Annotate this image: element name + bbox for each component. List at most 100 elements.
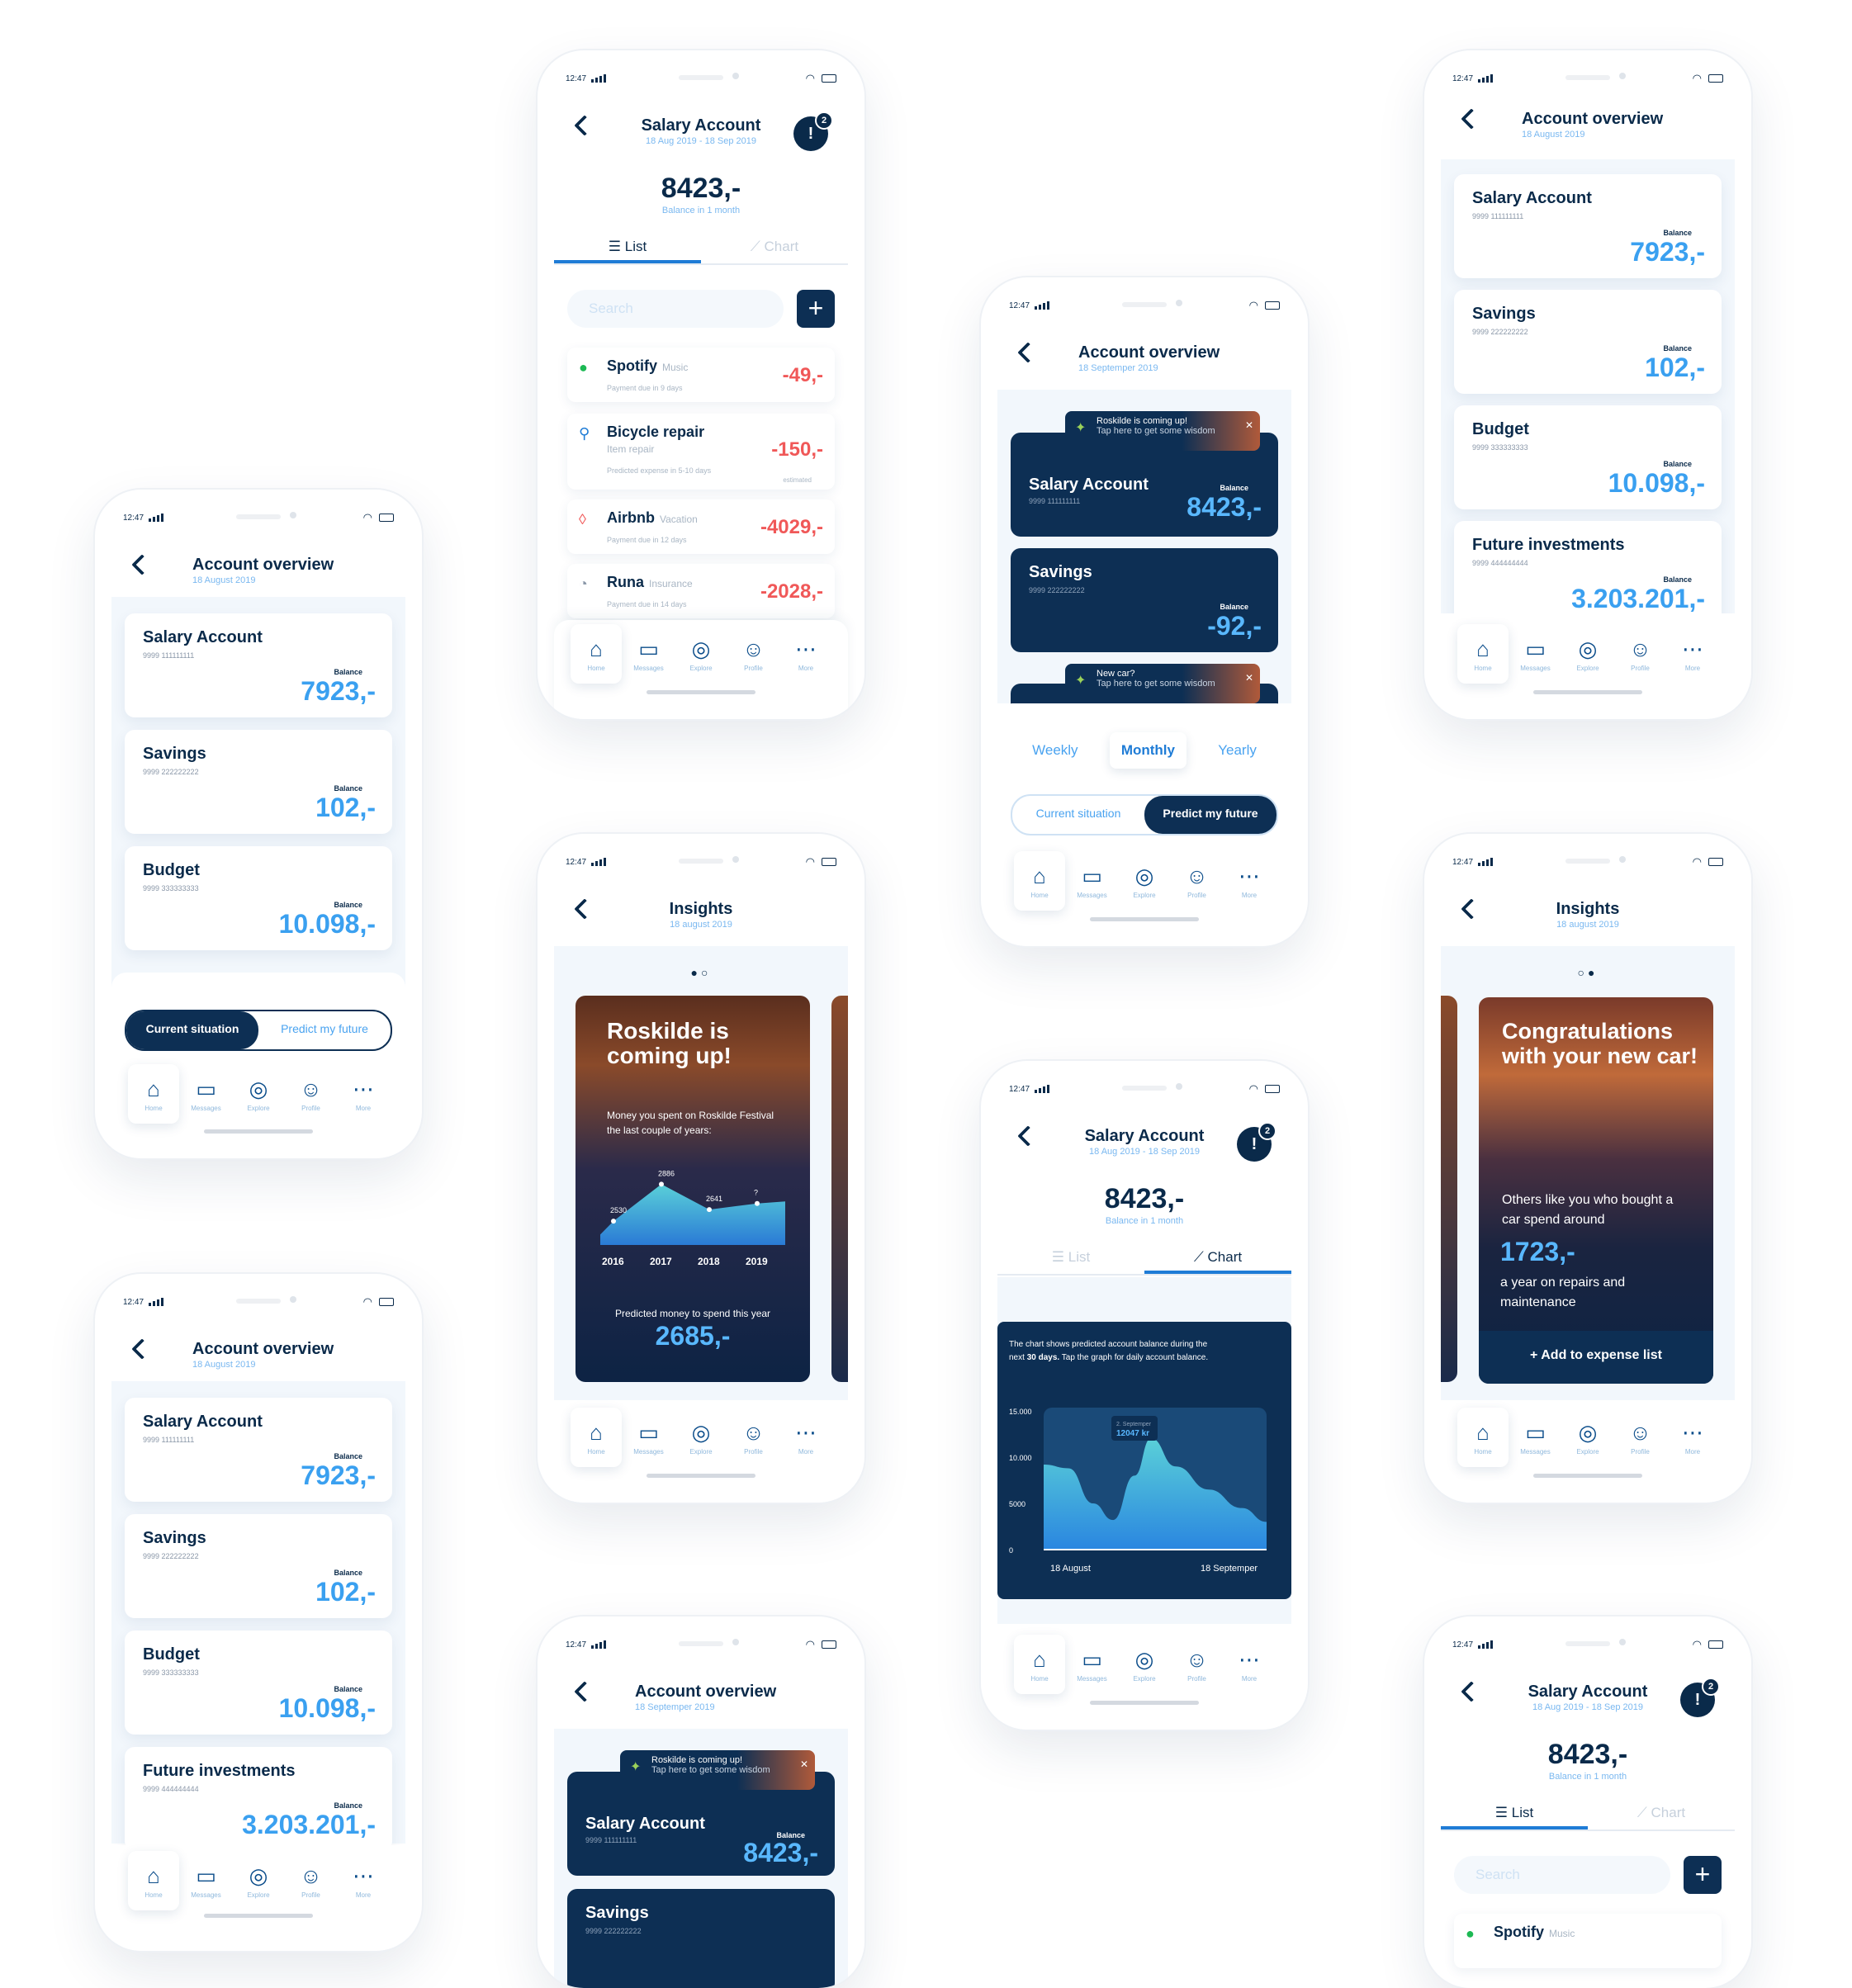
transaction-spotify[interactable]: ● Spotify Music <box>1454 1914 1722 1968</box>
add-to-expense-button[interactable]: + Add to expense list <box>1479 1331 1713 1384</box>
situation-toggle[interactable]: Current situation Predict my future <box>1011 794 1278 835</box>
nav-messages[interactable]: ▭ Messages <box>623 1408 675 1467</box>
signal-icon <box>1478 858 1494 866</box>
notification-roskilde[interactable]: ✦ Roskilde is coming up! Tap here to get… <box>620 1750 815 1790</box>
close-icon[interactable]: ✕ <box>1245 672 1253 684</box>
situation-toggle[interactable]: Current situation Predict my future <box>125 1010 392 1051</box>
account-card-budget[interactable]: Budget 9999 333333333 Balance 10.098,- <box>1454 405 1722 509</box>
nav-messages[interactable]: ▭ Messages <box>623 624 675 684</box>
account-card-salary[interactable]: Salary Account 9999 111111111 Balance 79… <box>125 613 392 717</box>
insight-card-roskilde[interactable]: Roskilde is coming up! Money you spent o… <box>575 996 810 1382</box>
tab-chart[interactable]: ⟋ Chart <box>701 234 848 263</box>
nav-more[interactable]: ⋯ More <box>780 1408 831 1467</box>
carousel-dots[interactable]: ○● <box>1424 966 1751 979</box>
notification-roskilde[interactable]: ✦ Roskilde is coming up! Tap here to get… <box>1065 411 1260 451</box>
nav-profile[interactable]: ☺ Profile <box>728 1408 779 1467</box>
back-icon[interactable] <box>1017 342 1039 363</box>
add-button[interactable]: + <box>1684 1856 1722 1894</box>
nav-profile[interactable]: ☺ Profile <box>1172 851 1223 911</box>
transaction-airbnb[interactable]: ◊ Airbnb Vacation Payment due in 12 days … <box>567 499 835 554</box>
account-card-salary[interactable]: Salary Account 9999 111111111 Balance 79… <box>125 1398 392 1502</box>
weekly-option[interactable]: Weekly <box>1021 732 1089 769</box>
account-card-savings[interactable]: Savings 9999 222222222 Balance -92,- <box>1011 548 1278 652</box>
nav-more[interactable]: ⋯ More <box>1224 851 1275 911</box>
predict-future-button[interactable]: Predict my future <box>258 1011 391 1049</box>
account-card-savings[interactable]: Savings 9999 222222222 <box>567 1889 835 1988</box>
nav-explore[interactable]: ◎ Explore <box>675 1408 727 1467</box>
balance-chart[interactable]: 15.000 10.000 5000 0 2. Septemper 12047 kr 18 … <box>997 1388 1291 1594</box>
nav-profile[interactable]: ☺ Profile <box>1615 1408 1666 1467</box>
account-card-salary[interactable]: Salary Account 9999 111111111 Balance 79… <box>1454 174 1722 278</box>
account-card-savings[interactable]: Savings 9999 222222222 Balance 102,- <box>1454 290 1722 394</box>
transaction-runa[interactable]: ◔ Runa Insurance Payment due in 14 days -… <box>567 564 835 618</box>
account-card-savings[interactable]: Savings 9999 222222222 Balance 102,- <box>125 1514 392 1618</box>
account-card-investments[interactable]: Future investments 9999 444444444 Balanc… <box>125 1747 392 1851</box>
tab-list[interactable]: ☰ List <box>554 234 701 263</box>
yearly-option[interactable]: Yearly <box>1206 732 1268 769</box>
nav-home[interactable]: ⌂ Home <box>1014 851 1065 911</box>
nav-messages[interactable]: ▭ Messages <box>1067 851 1118 911</box>
current-situation-button[interactable]: Current situation <box>126 1011 258 1049</box>
back-icon[interactable] <box>131 554 153 575</box>
roskilde-chart[interactable]: 2530 2016 2886 2017 2641 2018? 2019 <box>575 1157 810 1273</box>
back-icon[interactable] <box>1461 108 1482 130</box>
transaction-spotify[interactable]: ● Spotify Music Payment due in 9 days -49… <box>567 348 835 402</box>
balance-chart-card[interactable]: The chart shows predicted account balanc… <box>997 1322 1291 1599</box>
carousel-dots[interactable]: ●○ <box>538 966 864 979</box>
nav-messages[interactable]: ▭ Messages <box>1510 624 1561 684</box>
nav-home[interactable]: ⌂ Home <box>1457 1408 1509 1467</box>
nav-profile[interactable]: ☺ Profile <box>286 1064 337 1124</box>
nav-explore[interactable]: ◎ Explore <box>1119 851 1170 911</box>
insight-card-car[interactable]: Congratulations with your new car! Other… <box>1479 997 1713 1384</box>
nav-more[interactable]: ⋯ More <box>338 1064 389 1124</box>
monthly-option[interactable]: Monthly <box>1109 732 1187 769</box>
back-icon[interactable] <box>574 1681 595 1702</box>
transaction-bicycle[interactable]: ⚲ Bicycle repair Item repair Predicted e… <box>567 414 835 490</box>
back-icon[interactable] <box>131 1338 153 1360</box>
account-card-budget[interactable]: Budget 9999 333333333 Balance 10.098,- <box>125 1631 392 1735</box>
nav-explore[interactable]: ◎ Explore <box>233 1064 284 1124</box>
lightbulb-icon[interactable]: ! 2 <box>1237 1122 1277 1162</box>
nav-explore[interactable]: ◎ Explore <box>1562 624 1613 684</box>
nav-messages[interactable]: ▭ Messages <box>181 1064 232 1124</box>
nav-home[interactable]: ⌂ Home <box>1457 624 1509 684</box>
current-situation-button[interactable]: Current situation <box>1012 796 1144 834</box>
nav-more[interactable]: ⋯ More <box>1667 1408 1718 1467</box>
predict-future-button[interactable]: Predict my future <box>1144 796 1277 834</box>
nav-more[interactable]: ⋯ More <box>1224 1635 1275 1694</box>
nav-explore[interactable]: ◎ Explore <box>1562 1408 1613 1467</box>
nav-profile[interactable]: ☺ Profile <box>1172 1635 1223 1694</box>
nav-messages[interactable]: ▭ Messages <box>181 1851 232 1910</box>
tab-chart[interactable]: ⟋ Chart <box>1144 1244 1291 1274</box>
account-card-budget[interactable]: Budget 9999 333333333 Balance 10.098,- <box>125 846 392 950</box>
account-card-savings[interactable]: Savings 9999 222222222 Balance 102,- <box>125 730 392 834</box>
nav-home[interactable]: ⌂ Home <box>571 624 622 684</box>
nav-messages[interactable]: ▭ Messages <box>1510 1408 1561 1467</box>
account-card-investments[interactable]: Future investments 9999 444444444 Balanc… <box>1454 521 1722 625</box>
add-button[interactable]: + <box>797 290 835 328</box>
search-input[interactable]: Search <box>567 290 784 328</box>
nav-explore[interactable]: ◎ Explore <box>233 1851 284 1910</box>
nav-profile[interactable]: ☺ Profile <box>1615 624 1666 684</box>
nav-home[interactable]: ⌂ Home <box>128 1064 179 1124</box>
nav-profile[interactable]: ☺ Profile <box>286 1851 337 1910</box>
lightbulb-icon[interactable]: ! 2 <box>1680 1678 1720 1717</box>
tab-list[interactable]: ☰ List <box>1441 1800 1588 1829</box>
nav-explore[interactable]: ◎ Explore <box>1119 1635 1170 1694</box>
tab-chart[interactable]: ⟋ Chart <box>1588 1800 1735 1829</box>
nav-home[interactable]: ⌂ Home <box>128 1851 179 1910</box>
nav-more[interactable]: ⋯ More <box>780 624 831 684</box>
nav-explore[interactable]: ◎ Explore <box>675 624 727 684</box>
nav-more[interactable]: ⋯ More <box>338 1851 389 1910</box>
lightbulb-icon[interactable]: ! 2 <box>793 111 833 151</box>
nav-home[interactable]: ⌂ Home <box>1014 1635 1065 1694</box>
tab-list[interactable]: ☰ List <box>997 1244 1144 1274</box>
nav-messages[interactable]: ▭ Messages <box>1067 1635 1118 1694</box>
nav-more[interactable]: ⋯ More <box>1667 624 1718 684</box>
notification-new-car[interactable]: ✦ New car? Tap here to get some wisdom ✕ <box>1065 664 1260 703</box>
close-icon[interactable]: ✕ <box>800 1758 808 1770</box>
search-input[interactable]: Search <box>1454 1856 1670 1894</box>
nav-home[interactable]: ⌂ Home <box>571 1408 622 1467</box>
nav-profile[interactable]: ☺ Profile <box>728 624 779 684</box>
close-icon[interactable]: ✕ <box>1245 419 1253 431</box>
